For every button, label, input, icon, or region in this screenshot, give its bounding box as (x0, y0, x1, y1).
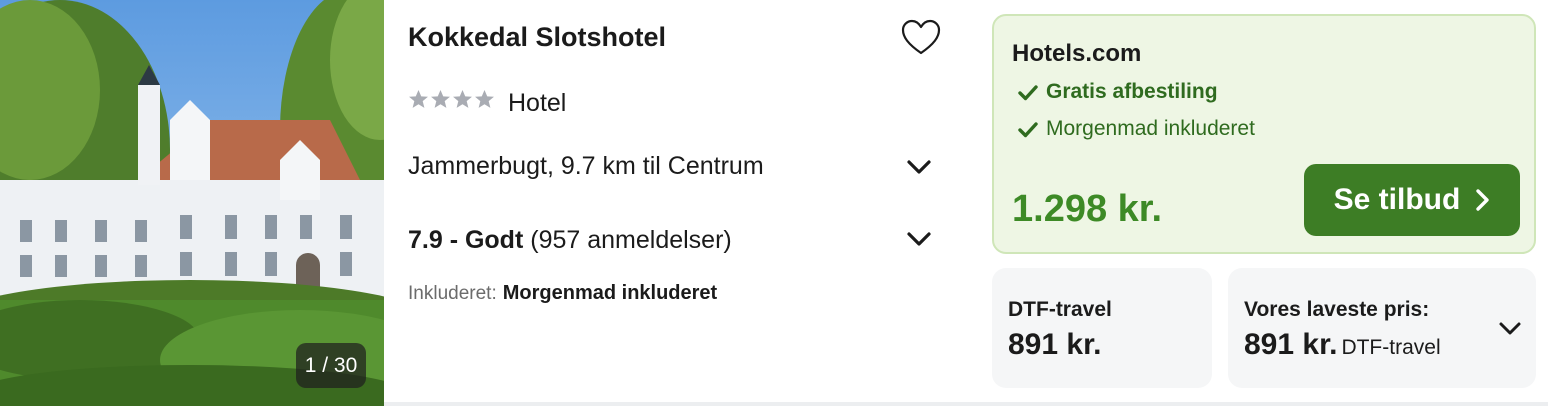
chevron-right-icon (1476, 189, 1490, 211)
hotel-result-card: 1 / 30 Kokkedal Slotshotel Hotel Jammerb… (0, 0, 1548, 406)
included-amenities: Inkluderet: Morgenmad inkluderet (408, 282, 717, 305)
lowest-price-offer[interactable]: Vores laveste pris: 891 kr. DTF-travel (1228, 268, 1536, 388)
alternative-offer[interactable]: DTF-travel 891 kr. (992, 268, 1212, 388)
alternative-provider: DTF-travel (1008, 298, 1112, 321)
lowest-price-value: 891 kr. (1244, 328, 1338, 361)
lowest-price-label: Vores laveste pris: (1244, 298, 1430, 321)
chevron-down-icon (907, 232, 931, 246)
offer-perk: Gratis afbestiling (1018, 80, 1218, 104)
hotel-type: Hotel (508, 89, 567, 117)
included-value: Morgenmad inkluderet (502, 282, 718, 304)
lowest-price-expand-button[interactable] (1498, 320, 1522, 338)
check-icon (1018, 84, 1038, 100)
rating-expand-button[interactable] (906, 229, 932, 249)
hotel-rating: 7.9 - Godt (957 anmeldelser) (408, 226, 732, 255)
check-icon (1018, 121, 1038, 137)
star-icon (453, 90, 472, 108)
chevron-down-icon (1499, 322, 1521, 335)
star-icon (431, 90, 450, 108)
see-offer-button[interactable]: Se tilbud (1304, 164, 1520, 236)
see-offer-label: Se tilbud (1333, 183, 1461, 216)
offer-price: 1.298 kr. (1012, 188, 1163, 230)
card-bottom-border (384, 402, 1548, 406)
star-icon (409, 90, 428, 108)
main-offer[interactable]: Hotels.com Gratis afbestiling Morgenmad … (992, 14, 1536, 254)
lowest-price: 891 kr. DTF-travel (1244, 328, 1441, 362)
rating-reviews: (957 anmeldelser) (530, 226, 732, 254)
location-expand-button[interactable] (906, 157, 932, 177)
lowest-price-provider: DTF-travel (1341, 336, 1441, 359)
alternative-price: 891 kr. (1008, 328, 1102, 361)
hotel-photo[interactable]: 1 / 30 (0, 0, 384, 406)
hotel-location: Jammerbugt, 9.7 km til Centrum (408, 152, 764, 180)
offer-perk-label: Morgenmad inkluderet (1046, 117, 1255, 140)
rating-score: 7.9 - Godt (408, 226, 524, 254)
offer-perk: Morgenmad inkluderet (1018, 117, 1255, 141)
hotel-name[interactable]: Kokkedal Slotshotel (408, 22, 666, 53)
offer-provider: Hotels.com (1012, 40, 1142, 67)
favorite-button[interactable] (900, 18, 942, 58)
star-rating (408, 89, 495, 110)
offer-perk-label: Gratis afbestiling (1046, 80, 1218, 103)
hotel-info: Kokkedal Slotshotel Hotel Jammerbugt, 9.… (384, 0, 974, 406)
star-icon (475, 90, 494, 108)
heart-outline-icon (901, 19, 941, 55)
chevron-down-icon (907, 160, 931, 174)
photo-counter: 1 / 30 (296, 343, 366, 388)
included-label: Inkluderet: (408, 283, 497, 304)
